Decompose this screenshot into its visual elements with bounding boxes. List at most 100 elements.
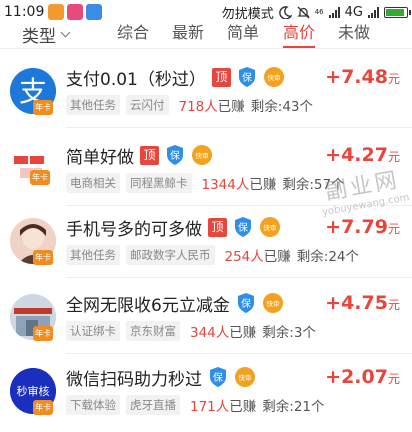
task-title-row: 微信扫码助力秒过 保 快审	[66, 364, 256, 390]
platform-tag: 虎牙直播	[126, 395, 180, 415]
remaining-count: 剩余:57个	[282, 177, 345, 193]
network-label: 4G	[344, 4, 363, 20]
svg-text:保: 保	[213, 371, 223, 384]
tab-latest[interactable]: 最新	[172, 22, 204, 48]
battery-icon	[384, 6, 411, 18]
remaining-count: 剩余:3个	[262, 325, 316, 341]
fast-review-badge-icon: 快审	[260, 217, 280, 237]
svg-text:保: 保	[242, 71, 252, 84]
platform-tag: 京东财富	[126, 321, 180, 341]
category-tag: 下载体验	[66, 395, 120, 415]
top-badge: 顶	[208, 217, 227, 237]
notification-message-icon	[86, 4, 103, 20]
status-bar: 11:09 勿扰模式 46 4G	[0, 0, 412, 24]
task-title-row: 简单好做 顶 保 快审	[66, 142, 213, 168]
reward-price: +7.48元	[325, 66, 400, 88]
guarantee-shield-icon: 保	[237, 293, 254, 313]
signal-icon-2	[368, 6, 379, 18]
svg-text:秒审核: 秒审核	[17, 384, 50, 398]
type-filter-label: 类型	[22, 26, 56, 47]
earned-count: 254人已赚	[224, 249, 291, 265]
tab-undone[interactable]: 未做	[338, 22, 370, 48]
task-item[interactable]: 年卡 简单好做 顶 保 快审 电商相关 同程黑鲸卡 1344人已赚 剩余:57个…	[0, 140, 412, 206]
task-title: 全网无限收6元立减金	[66, 295, 230, 316]
fast-review-badge-icon: 快审	[263, 67, 284, 87]
task-title-row: 全网无限收6元立减金 保 快审	[66, 290, 284, 316]
platform-tag: 云闪付	[126, 95, 169, 115]
category-tag: 认证绑卡	[66, 321, 120, 341]
task-title: 支付0.01（秒过）	[66, 69, 206, 90]
task-item[interactable]: 年卡 全网无限收6元立减金 保 快审 认证绑卡 京东财富 344人已赚 剩余:3…	[0, 288, 412, 354]
tab-comprehensive[interactable]: 综合	[117, 22, 149, 48]
svg-text:保: 保	[238, 221, 248, 234]
category-tag: 其他任务	[66, 245, 120, 265]
guarantee-shield-icon: 保	[235, 217, 251, 237]
task-title: 手机号多的可多做	[66, 219, 202, 240]
year-card-badge: 年卡	[30, 170, 50, 185]
remaining-count: 剩余:21个	[262, 399, 325, 415]
shop-logo-icon	[14, 156, 44, 178]
svg-text:保: 保	[241, 297, 251, 310]
svg-text:快审: 快审	[264, 223, 277, 232]
tab-bar: 类型 综合 最新 简单 高价 未做	[0, 22, 412, 48]
row-divider	[66, 353, 412, 354]
year-card-badge: 年卡	[33, 250, 53, 265]
tab-simple[interactable]: 简单	[227, 22, 259, 48]
task-item[interactable]: 秒审核 年卡 微信扫码助力秒过 保 快审 下载体验 虎牙直播 171人已赚 剩余…	[0, 362, 412, 428]
earned-count: 344人已赚	[190, 325, 257, 341]
top-badge: 顶	[211, 67, 231, 87]
notification-app-icon-2	[67, 4, 84, 20]
notification-app-icon	[48, 4, 65, 20]
year-card-badge: 年卡	[33, 100, 53, 115]
row-divider	[66, 277, 412, 278]
platform-tag: 邮政数字人民币	[126, 245, 215, 265]
year-card-badge: 年卡	[33, 326, 53, 341]
tab-high-price[interactable]: 高价	[283, 22, 316, 48]
earned-count: 171人已赚	[190, 399, 257, 415]
platform-tag: 同程黑鲸卡	[126, 173, 192, 193]
category-tag: 其他任务	[66, 95, 120, 115]
task-meta-row: 其他任务 云闪付 718人已赚 剩余:43个	[66, 94, 313, 116]
svg-text:快审: 快审	[267, 73, 280, 82]
task-title-row: 手机号多的可多做 顶 保 快审	[66, 214, 281, 240]
guarantee-shield-icon: 保	[167, 145, 183, 165]
do-not-disturb-text: 勿扰模式	[221, 6, 274, 22]
task-avatar	[10, 146, 56, 192]
tab-divider	[0, 48, 412, 49]
fast-review-badge-icon: 快审	[192, 145, 212, 165]
task-meta-row: 下载体验 虎牙直播 171人已赚 剩余:21个	[66, 394, 325, 416]
task-meta-row: 其他任务 邮政数字人民币 254人已赚 剩余:24个	[66, 244, 359, 266]
chevron-down-icon	[60, 27, 71, 37]
moon-icon	[278, 5, 292, 19]
status-right: 勿扰模式 46 4G	[221, 0, 411, 24]
reward-price: +4.75元	[325, 292, 400, 314]
mute-bell-icon	[297, 6, 310, 18]
task-title: 简单好做	[66, 147, 134, 168]
network-small-label: 46	[314, 7, 324, 16]
reward-price: +4.27元	[325, 144, 400, 166]
earned-count: 1344人已赚	[201, 177, 277, 193]
signal-icon	[328, 6, 340, 18]
svg-text:保: 保	[170, 149, 180, 162]
fast-review-badge-icon: 快审	[262, 293, 283, 313]
task-item[interactable]: 支 年卡 支付0.01（秒过） 顶 保 快审 其他任务 云闪付 718人已赚 剩…	[0, 62, 412, 128]
type-filter-dropdown[interactable]: 类型	[22, 22, 71, 47]
svg-text:快审: 快审	[196, 151, 209, 160]
svg-text:快审: 快审	[266, 299, 279, 308]
row-divider	[66, 205, 412, 206]
task-item[interactable]: 年卡 手机号多的可多做 顶 保 快审 其他任务 邮政数字人民币 254人已赚 剩…	[0, 212, 412, 278]
status-time: 11:09	[4, 4, 45, 20]
task-title-row: 支付0.01（秒过） 顶 保 快审	[66, 64, 285, 90]
task-meta-row: 认证绑卡 京东财富 344人已赚 剩余:3个	[66, 320, 316, 342]
top-badge: 顶	[140, 145, 159, 165]
row-divider	[66, 127, 412, 128]
reward-price: +7.79元	[325, 216, 400, 238]
remaining-count: 剩余:24个	[296, 249, 360, 265]
svg-text:快审: 快审	[239, 373, 252, 382]
task-meta-row: 电商相关 同程黑鲸卡 1344人已赚 剩余:57个	[66, 172, 345, 194]
fast-review-badge-icon: 快审	[235, 367, 255, 387]
reward-price: +2.07元	[325, 366, 400, 388]
earned-count: 718人已赚	[178, 99, 245, 115]
category-tag: 电商相关	[66, 173, 120, 193]
remaining-count: 剩余:43个	[250, 99, 314, 115]
